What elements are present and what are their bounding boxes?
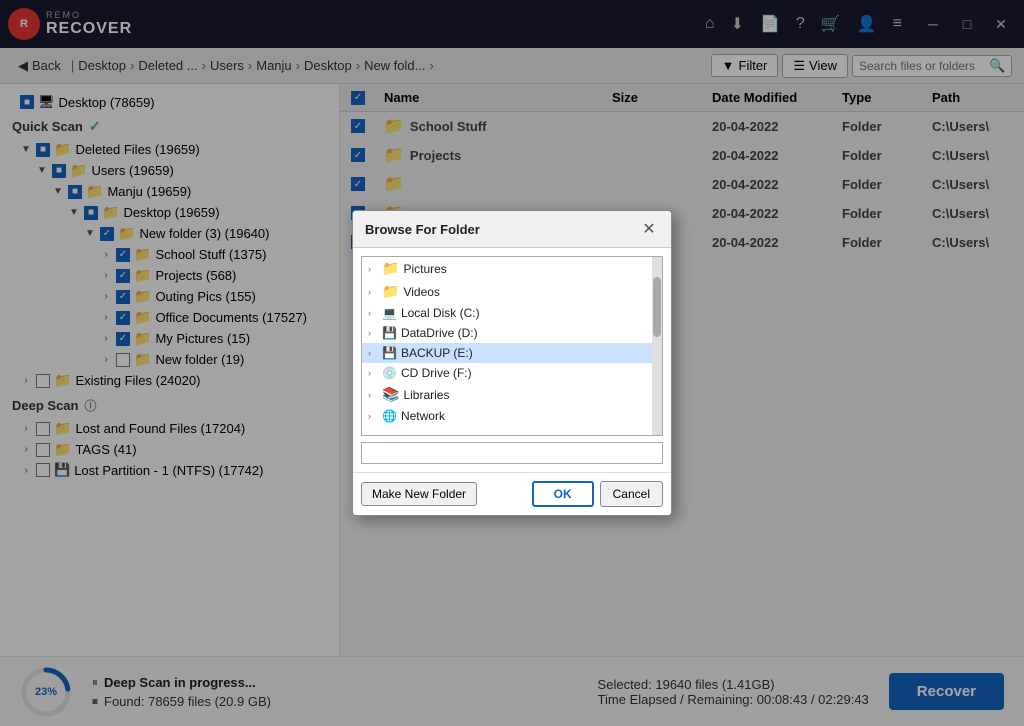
modal-overlay: Browse For Folder ✕ › 📁 Pictures › 📁 Vid… xyxy=(0,0,1024,726)
tree-expand-icon: › xyxy=(368,328,378,338)
modal-body: › 📁 Pictures › 📁 Videos › 💻 Local Disk (… xyxy=(353,248,671,472)
tree-expand-icon: › xyxy=(368,390,378,400)
cd-f-icon: 💿 xyxy=(382,366,397,380)
cd-drive-f-label: CD Drive (F:) xyxy=(401,366,472,380)
tree-item-datadrive-d[interactable]: › 💾 DataDrive (D:) xyxy=(362,323,662,343)
scrollbar-track[interactable] xyxy=(652,257,662,435)
drive-c-icon: 💻 xyxy=(382,306,397,320)
videos-folder-icon: 📁 xyxy=(382,283,399,300)
local-disk-c-label: Local Disk (C:) xyxy=(401,306,480,320)
tree-expand-icon: › xyxy=(368,287,378,297)
tree-item-backup-e[interactable]: › 💾 BACKUP (E:) xyxy=(362,343,662,363)
tree-item-local-c[interactable]: › 💻 Local Disk (C:) xyxy=(362,303,662,323)
network-icon: 🌐 xyxy=(382,409,397,423)
modal-footer: Make New Folder OK Cancel xyxy=(353,472,671,515)
drive-d-icon: 💾 xyxy=(382,326,397,340)
tree-item-cd-f[interactable]: › 💿 CD Drive (F:) xyxy=(362,363,662,383)
modal-title: Browse For Folder xyxy=(365,222,480,237)
drive-e-icon: 💾 xyxy=(382,346,397,360)
tree-expand-icon: › xyxy=(368,348,378,358)
tree-item-pictures[interactable]: › 📁 Pictures xyxy=(362,257,662,280)
tree-item-network[interactable]: › 🌐 Network xyxy=(362,406,662,426)
backup-e-label: BACKUP (E:) xyxy=(401,346,473,360)
network-label: Network xyxy=(401,409,445,423)
cancel-button[interactable]: Cancel xyxy=(600,481,663,507)
pictures-label: Pictures xyxy=(403,262,446,276)
modal-title-bar: Browse For Folder ✕ xyxy=(353,211,671,248)
tree-item-libraries[interactable]: › 📚 Libraries xyxy=(362,383,662,406)
tree-expand-icon: › xyxy=(368,411,378,421)
scrollbar-thumb[interactable] xyxy=(653,277,661,337)
libraries-label: Libraries xyxy=(403,388,449,402)
modal-path-bar xyxy=(361,442,663,464)
make-new-folder-button[interactable]: Make New Folder xyxy=(361,482,477,506)
libraries-folder-icon: 📚 xyxy=(382,386,399,403)
tree-expand-icon: › xyxy=(368,368,378,378)
tree-expand-icon: › xyxy=(368,308,378,318)
browse-folder-modal: Browse For Folder ✕ › 📁 Pictures › 📁 Vid… xyxy=(352,210,672,516)
datadrive-d-label: DataDrive (D:) xyxy=(401,326,478,340)
pictures-folder-icon: 📁 xyxy=(382,260,399,277)
videos-label: Videos xyxy=(403,285,439,299)
modal-close-button[interactable]: ✕ xyxy=(639,219,659,239)
tree-item-videos[interactable]: › 📁 Videos xyxy=(362,280,662,303)
ok-button[interactable]: OK xyxy=(532,481,594,507)
tree-expand-icon: › xyxy=(368,264,378,274)
folder-tree[interactable]: › 📁 Pictures › 📁 Videos › 💻 Local Disk (… xyxy=(361,256,663,436)
ok-cancel-group: OK Cancel xyxy=(532,481,663,507)
